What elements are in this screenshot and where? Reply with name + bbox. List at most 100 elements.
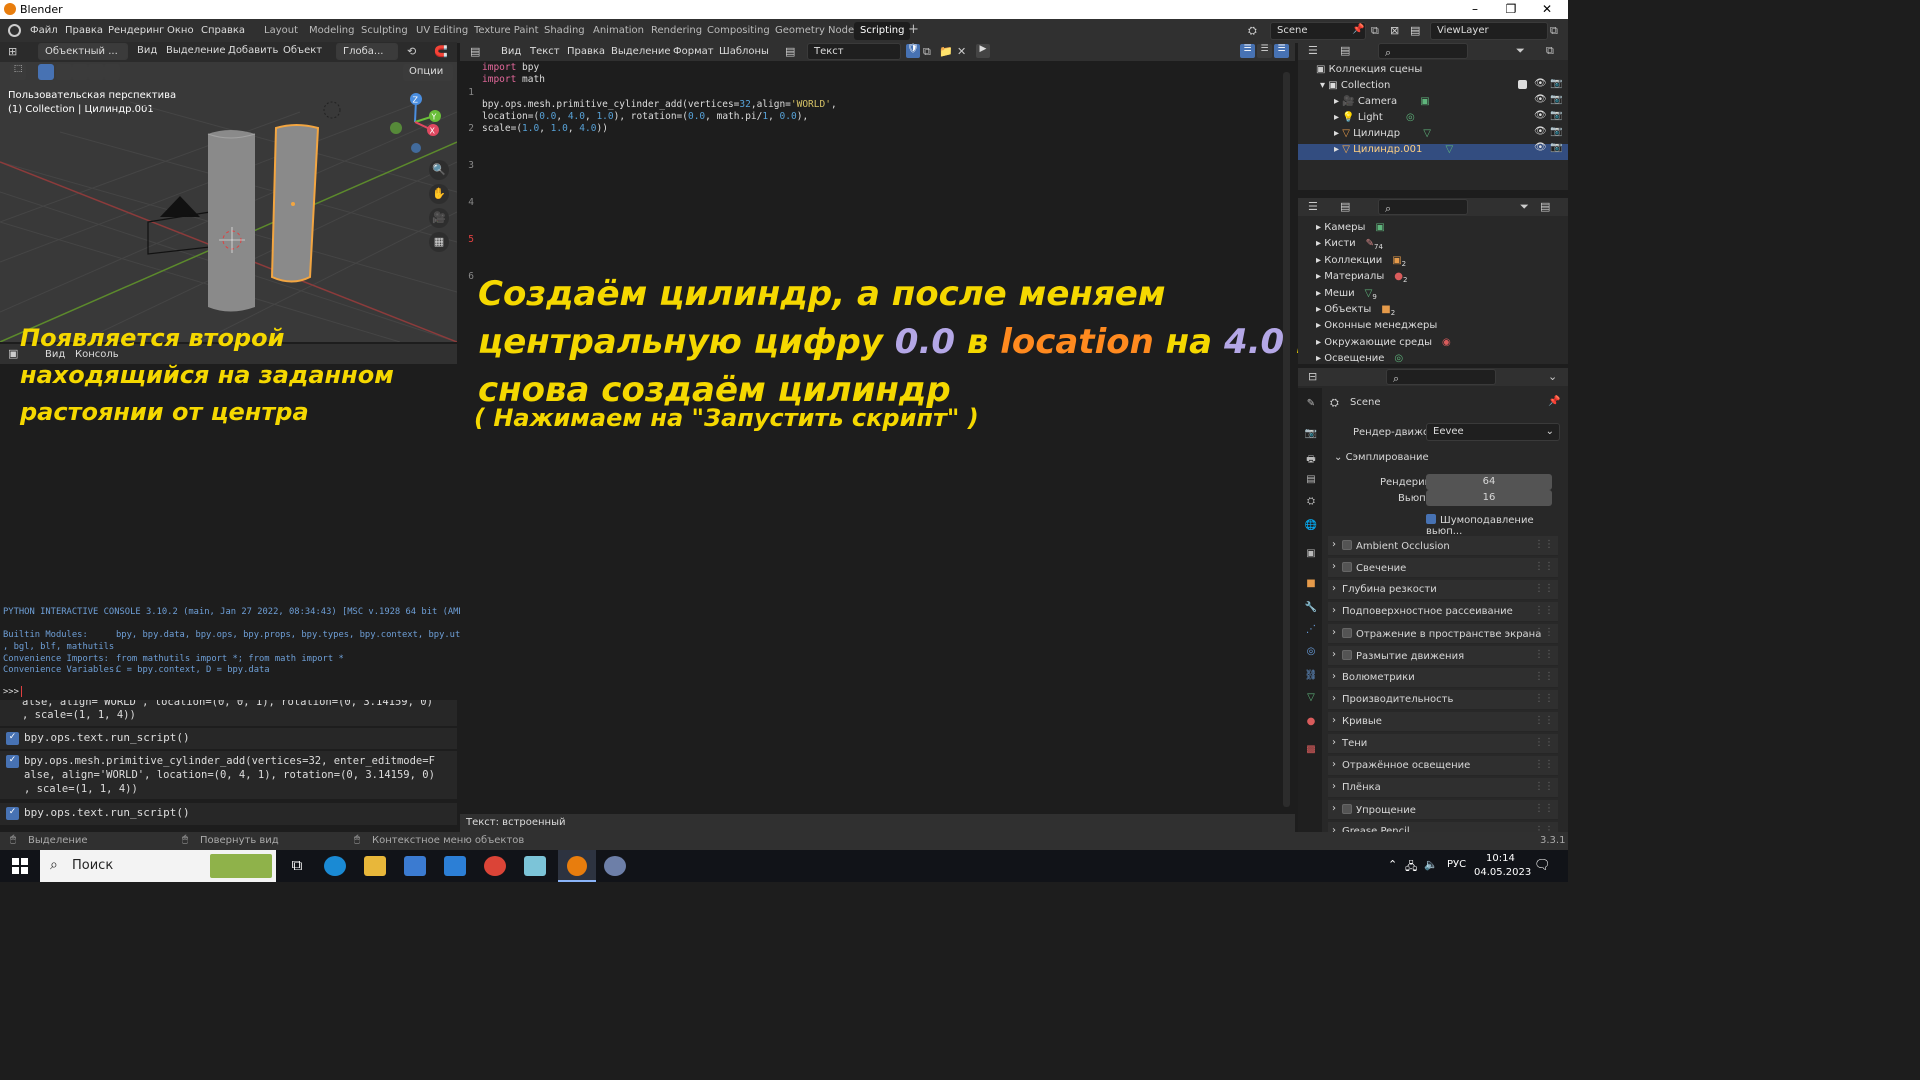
panel-enable-checkbox[interactable]	[1342, 562, 1352, 572]
tab-sculpting[interactable]: Sculpting	[355, 22, 414, 40]
restore-icon[interactable]: ❐	[1502, 2, 1520, 16]
material-tab-icon[interactable]: ●	[1304, 716, 1318, 730]
text-scrollbar[interactable]	[1283, 72, 1290, 807]
console-prompt[interactable]: >>>	[3, 686, 19, 698]
menu-help[interactable]: Справка	[201, 25, 245, 36]
console-editor-type-icon[interactable]: ▣	[8, 347, 18, 360]
pin-icon[interactable]: 📌	[1548, 396, 1560, 407]
notepad-icon[interactable]	[524, 856, 546, 876]
render-panel-header[interactable]: › Глубина резкости ⋮⋮	[1328, 580, 1558, 600]
new-collection-icon[interactable]: ⧉	[1546, 44, 1554, 58]
windows-start-icon[interactable]	[12, 858, 28, 874]
text-menu-templates[interactable]: Шаблоны	[719, 46, 769, 57]
minimize-icon[interactable]: –	[1466, 2, 1484, 16]
new-text-icon[interactable]: ⧉	[923, 45, 931, 59]
text-editor-type-icon[interactable]: ▤	[470, 45, 480, 58]
properties-editor-type-icon[interactable]: ⊟	[1308, 370, 1317, 383]
visibility-eye-icon[interactable]: 👁	[1534, 110, 1547, 121]
sampling-render-field[interactable]: 64	[1426, 474, 1552, 490]
properties-search-field[interactable]: ⌕	[1386, 369, 1496, 385]
blendfile-item[interactable]: ▸ Коллекции ▣2	[1316, 255, 1406, 271]
drag-handle-icon[interactable]: ⋮⋮	[1534, 759, 1554, 770]
drag-handle-icon[interactable]: ⋮⋮	[1534, 627, 1554, 638]
filter-icon[interactable]: ⏷	[1516, 44, 1525, 58]
tab-layout[interactable]: Layout	[258, 22, 304, 40]
render-engine-dropdown[interactable]: Eevee ⌄	[1426, 423, 1560, 441]
blendfile-item[interactable]: ▸ Освещение ◎	[1316, 353, 1403, 369]
expand-icon[interactable]: ▸	[1334, 96, 1339, 107]
chrome-icon[interactable]	[484, 856, 506, 876]
outliner-item-collection[interactable]: ▾ ▣ Collection 👁 📷	[1320, 78, 1568, 96]
edge-browser-icon[interactable]	[324, 856, 346, 876]
expand-icon[interactable]: ▸	[1316, 271, 1321, 282]
render-camera-icon[interactable]: 📷	[1550, 78, 1562, 89]
panel-enable-checkbox[interactable]	[1342, 628, 1352, 638]
render-panel-header[interactable]: › Упрощение ⋮⋮	[1328, 800, 1558, 820]
expand-icon[interactable]: ▸	[1316, 304, 1321, 315]
visibility-eye-icon[interactable]: 👁	[1534, 126, 1547, 137]
text-menu-view[interactable]: Вид	[501, 46, 521, 57]
word-wrap-toggle-icon[interactable]: ☰	[1257, 44, 1272, 58]
tool-tab-icon[interactable]: ✎	[1304, 398, 1318, 412]
fake-user-shield-icon[interactable]: 🛡	[906, 44, 920, 58]
physics-tab-icon[interactable]: ◎	[1304, 646, 1318, 660]
outliner-item-cylinder[interactable]: ▸ ▽ Цилиндр ▽ 👁 📷	[1334, 126, 1568, 144]
navigation-gizmo[interactable]: Z Y X	[390, 93, 441, 153]
render-tab-icon[interactable]: 📷	[1304, 428, 1318, 442]
scene-icon[interactable]: ⛭	[1248, 24, 1257, 38]
pan-hand-icon[interactable]: ✋	[429, 184, 449, 204]
new-viewlayer-icon[interactable]: ⧉	[1550, 24, 1558, 38]
add-workspace-icon[interactable]: +	[908, 22, 919, 37]
properties-editor[interactable]: ⊟ ⌕ ⌄ ⛭ Scene 📌 Рендер-движок Eevee ⌄ ⌄ С…	[1298, 368, 1568, 842]
expand-icon[interactable]: ▸	[1316, 238, 1321, 249]
expand-icon[interactable]: ▸	[1334, 144, 1339, 155]
output-tab-icon[interactable]: 🖶	[1304, 452, 1318, 466]
code-line[interactable]: bpy.ops.mesh.primitive_cylinder_add(vert…	[482, 99, 837, 111]
blendfile-item[interactable]: ▸ Материалы ●2	[1316, 271, 1407, 287]
menu-file[interactable]: Файл	[30, 25, 58, 36]
render-camera-icon[interactable]: 📷	[1550, 142, 1562, 153]
close-icon[interactable]: ✕	[1538, 2, 1556, 16]
tab-compositing[interactable]: Compositing	[701, 22, 776, 40]
sampling-panel-header[interactable]: ⌄ Сэмплирование	[1328, 448, 1558, 468]
tab-texture-paint[interactable]: Texture Paint	[468, 22, 545, 40]
menu-render[interactable]: Рендеринг	[108, 25, 164, 36]
blender-taskbar-button[interactable]	[558, 850, 596, 882]
expand-icon[interactable]: ▸	[1316, 337, 1321, 348]
text-menu-format[interactable]: Формат	[673, 46, 714, 57]
render-panel-header[interactable]: › Отражение в пространстве экрана ⋮⋮	[1328, 624, 1558, 644]
text-menu-select[interactable]: Выделение	[611, 46, 671, 57]
scene-tab-icon[interactable]: ⛭	[1304, 496, 1318, 510]
drag-handle-icon[interactable]: ⋮⋮	[1534, 803, 1554, 814]
unlink-text-icon[interactable]: ✕	[957, 45, 966, 58]
tab-animation[interactable]: Animation	[587, 22, 650, 40]
visibility-eye-icon[interactable]: 👁	[1534, 94, 1547, 105]
render-panel-header[interactable]: › Кривые ⋮⋮	[1328, 712, 1558, 732]
filter-icon[interactable]: ⏷	[1520, 200, 1529, 214]
object-tab-icon[interactable]: ■	[1304, 578, 1318, 592]
zoom-icon[interactable]: 🔍	[429, 160, 449, 180]
render-panel-header[interactable]: › Плёнка ⋮⋮	[1328, 778, 1558, 798]
text-browse-icon[interactable]: ▤	[785, 45, 795, 58]
expand-icon[interactable]: ▸	[1334, 128, 1339, 139]
expand-icon[interactable]: ▸	[1316, 222, 1321, 233]
texture-tab-icon[interactable]: ▩	[1304, 744, 1318, 758]
constraints-tab-icon[interactable]: ⛓	[1304, 670, 1318, 684]
line-numbers-toggle-icon[interactable]: ☰	[1240, 44, 1255, 58]
drag-handle-icon[interactable]: ⋮⋮	[1534, 781, 1554, 792]
render-panel-header[interactable]: › Производительность ⋮⋮	[1328, 690, 1558, 710]
blendfile-item[interactable]: ▸ Кисти ✎74	[1316, 238, 1383, 254]
modifier-tab-icon[interactable]: 🔧	[1304, 602, 1318, 616]
tab-rendering[interactable]: Rendering	[645, 22, 708, 40]
render-panel-header[interactable]: › Размытие движения ⋮⋮	[1328, 646, 1558, 666]
drag-handle-icon[interactable]: ⋮⋮	[1534, 671, 1554, 682]
clock-time[interactable]: 10:14	[1486, 853, 1515, 864]
drag-handle-icon[interactable]: ⋮⋮	[1534, 561, 1554, 572]
run-script-icon[interactable]: ▶	[976, 44, 990, 58]
blendfile-editor-type-icon[interactable]: ☰	[1308, 200, 1318, 213]
camera-view-icon[interactable]: 🎥	[429, 208, 449, 228]
blend-file-outliner[interactable]: ☰ ▤ ⌕ ⏷ ▤ ▸ Камеры ▣ ▸ Кисти ✎74 ▸ Коллекции…	[1298, 198, 1568, 364]
open-text-icon[interactable]: 📁	[939, 45, 953, 58]
particles-tab-icon[interactable]: ⋰	[1304, 624, 1318, 638]
outliner-item-light[interactable]: ▸ 💡 Light ◎ 👁 📷	[1334, 110, 1568, 128]
